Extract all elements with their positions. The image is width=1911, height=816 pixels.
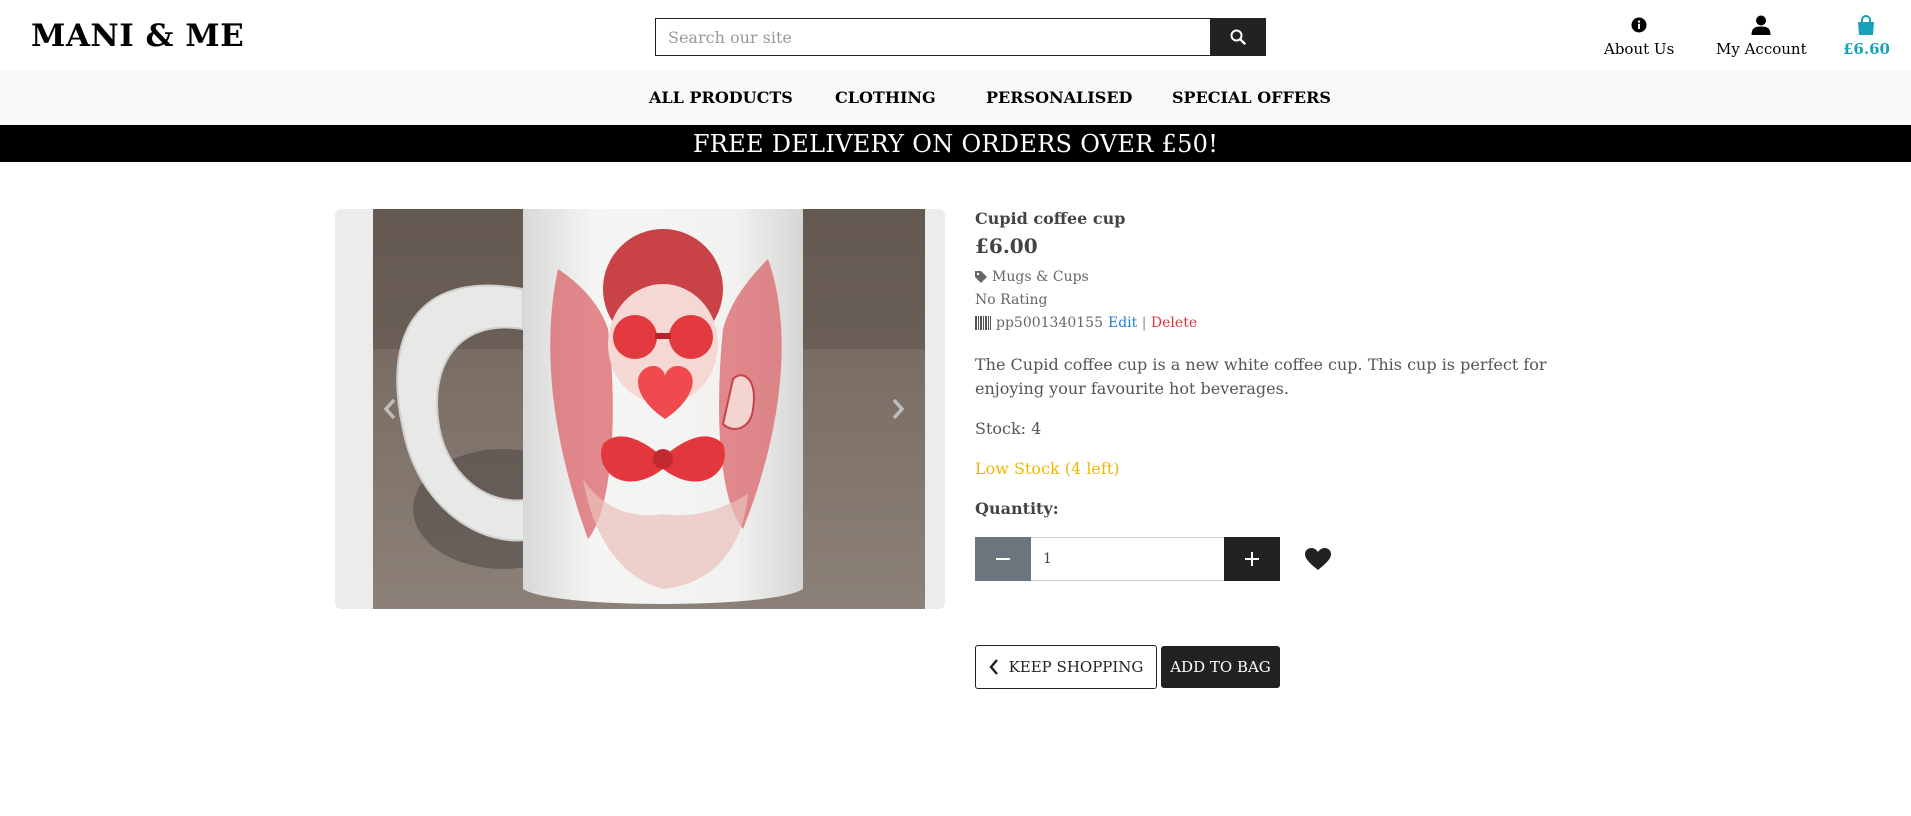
main-nav: ALL PRODUCTS CLOTHING PERSONALISED SPECI… [0,70,1911,125]
product-name: Cupid coffee cup [975,209,1126,228]
product-stock: Stock: 4 [975,419,1042,438]
add-to-wishlist-button[interactable] [1303,545,1333,573]
barcode-icon [975,316,991,330]
nav-personalised[interactable]: PERSONALISED [986,88,1132,107]
keep-shopping-button[interactable]: KEEP SHOPPING [975,645,1157,689]
edit-product-link[interactable]: Edit [1108,315,1137,331]
product-category[interactable]: Mugs & Cups [975,269,1089,285]
nav-special-offers[interactable]: SPECIAL OFFERS [1172,88,1331,107]
product-price: £6.00 [975,234,1038,258]
quantity-stepper [975,537,1280,581]
delivery-banner-text: FREE DELIVERY ON ORDERS OVER £50! [692,129,1219,158]
tag-icon [975,271,987,283]
keep-shopping-label: KEEP SHOPPING [1008,658,1144,676]
search-input[interactable] [655,18,1210,56]
shopping-bag-icon [1857,14,1875,36]
product-sku-value: pp5001340155 [996,315,1103,331]
admin-actions: Edit | Delete [1108,315,1197,331]
product-image-carousel [335,209,945,609]
product-category-label: Mugs & Cups [992,269,1089,285]
product-rating: No Rating [975,292,1048,308]
search-icon [1230,29,1246,45]
carousel-next-button[interactable] [883,389,913,429]
add-to-bag-button[interactable]: ADD TO BAG [1161,646,1280,688]
quantity-input[interactable] [1031,537,1224,581]
admin-separator: | [1141,315,1147,331]
my-account-link[interactable]: My Account [1716,14,1807,58]
chevron-right-icon [892,398,905,420]
chevron-left-icon [988,659,998,675]
bag-total: £6.60 [1843,40,1890,58]
product-sku: pp5001340155 [975,315,1103,331]
product-image [373,209,925,609]
carousel-prev-button[interactable] [375,389,405,429]
product-description: The Cupid coffee cup is a new white coff… [975,355,1547,398]
delivery-banner: FREE DELIVERY ON ORDERS OVER £50! [0,125,1911,162]
site-logo[interactable]: MANI & ME [31,18,244,54]
nav-clothing[interactable]: CLOTHING [835,88,936,107]
decrement-quantity-button[interactable] [975,537,1031,581]
nav-all-products[interactable]: ALL PRODUCTS [649,88,793,107]
shopping-bag-link[interactable]: £6.60 [1843,14,1890,58]
site-header: MANI & ME About Us My Account [0,0,1911,70]
search-button[interactable] [1210,18,1266,56]
plus-icon [1245,552,1259,566]
search-bar [655,18,1266,56]
increment-quantity-button[interactable] [1224,537,1280,581]
minus-icon [996,558,1010,560]
quantity-label: Quantity: [975,499,1059,518]
about-us-link[interactable]: About Us [1604,14,1674,58]
user-icon [1751,14,1771,36]
heart-icon [1305,547,1331,570]
chevron-left-icon [383,398,396,420]
my-account-label: My Account [1716,40,1807,58]
info-icon [1631,14,1647,36]
about-us-label: About Us [1604,40,1675,58]
delete-product-link[interactable]: Delete [1151,315,1197,331]
low-stock-warning: Low Stock (4 left) [975,459,1120,478]
